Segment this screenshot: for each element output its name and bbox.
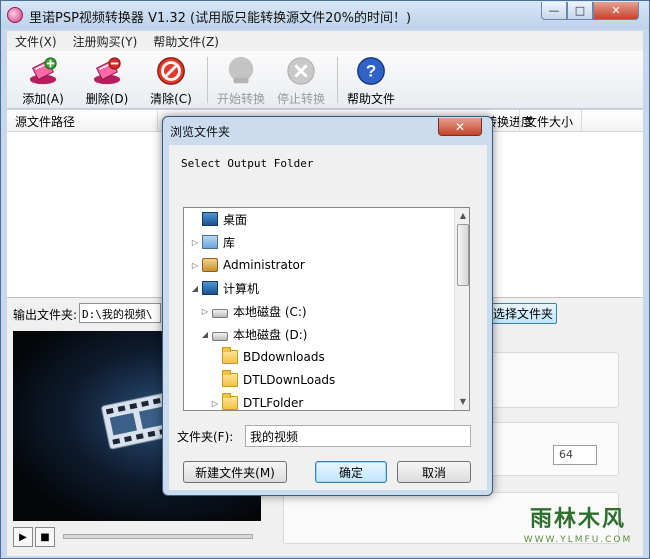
tree-item-desktop[interactable]: 桌面: [190, 208, 247, 230]
tree-item-dtlfolder[interactable]: ▷ DTLFolder: [210, 392, 304, 410]
toolbar-separator: [337, 57, 338, 103]
dialog-title: 浏览文件夹: [170, 125, 231, 139]
folder-icon: [222, 370, 238, 387]
drive-d-icon: [212, 331, 228, 341]
tree-item-administrator[interactable]: ▷ Administrator: [190, 254, 305, 276]
add-button-label: 添加(A): [22, 92, 64, 106]
stop-button[interactable]: ■: [35, 527, 55, 547]
clear-button-label: 清除(C): [150, 92, 192, 106]
minimize-button[interactable]: —: [541, 2, 567, 20]
close-button[interactable]: ✕: [593, 2, 639, 20]
play-button[interactable]: ▶: [13, 527, 33, 547]
help-button[interactable]: ? 帮助文件: [341, 53, 401, 107]
start-convert-icon: [228, 56, 254, 84]
start-convert-label: 开始转换: [216, 92, 265, 106]
tree-expander[interactable]: ▷: [190, 238, 200, 247]
computer-icon: [202, 281, 218, 295]
tree-expander[interactable]: ◢: [200, 330, 210, 339]
title-bar[interactable]: 里诺PSP视频转换器 V1.32 (试用版只能转换源文件20%的时间！) — □…: [1, 1, 649, 29]
stop-convert-label: 停止转换: [276, 92, 325, 106]
menu-register[interactable]: 注册购买(Y): [65, 33, 146, 50]
user-folder-icon: [202, 258, 218, 272]
drive-c-icon: [212, 308, 228, 318]
dialog-description: Select Output Folder: [181, 157, 314, 170]
ok-button[interactable]: 确定: [315, 461, 387, 483]
scrollbar-thumb[interactable]: [457, 224, 469, 286]
clear-icon: [157, 57, 185, 85]
tree-item-drive-c[interactable]: ▷ 本地磁盘 (C:): [200, 300, 307, 322]
delete-button-label: 删除(D): [85, 92, 129, 106]
tree-item-label: Administrator: [223, 258, 305, 272]
stop-convert-button[interactable]: 停止转换: [271, 53, 331, 107]
tree-item-label: DTLDownLoads: [243, 373, 336, 387]
delete-button[interactable]: 删除(D): [77, 53, 137, 107]
tree-item-dtldownloads[interactable]: DTLDownLoads: [210, 369, 335, 391]
tree-item-label: 桌面: [223, 212, 248, 227]
watermark-url: WWW.YLMFU.COM: [523, 535, 633, 545]
tree-item-computer[interactable]: ◢ 计算机: [190, 277, 259, 299]
playback-controls: ▶ ■: [13, 525, 261, 549]
menu-file[interactable]: 文件(X): [7, 33, 65, 50]
tree-item-label: BDdownloads: [243, 350, 325, 364]
start-convert-button[interactable]: 开始转换: [211, 53, 271, 107]
scroll-down-icon[interactable]: ▼: [455, 394, 469, 410]
clear-button[interactable]: 清除(C): [141, 53, 201, 107]
app-icon: [7, 7, 23, 23]
folder-tree[interactable]: 桌面 ▷ 库 ▷ Administrator ◢ 计算机 ▷ 本地磁盘 (C:): [183, 207, 470, 411]
column-file-size[interactable]: 文件大小: [525, 113, 573, 130]
tree-scrollbar[interactable]: ▲ ▼: [454, 208, 469, 410]
column-separator[interactable]: [519, 110, 520, 132]
toolbar: 添加(A) 删除(D) 清除(C) 开始转换 停止转换 ? 帮助文件: [7, 51, 643, 109]
tree-item-label: 本地磁盘 (D:): [233, 327, 308, 342]
seek-slider[interactable]: [63, 534, 253, 539]
dialog-body: Select Output Folder 桌面 ▷ 库 ▷ Administra…: [169, 145, 487, 490]
menu-bar: 文件(X) 注册购买(Y) 帮助文件(Z): [7, 31, 643, 51]
delete-video-icon: [93, 57, 121, 85]
folder-name-input[interactable]: 我的视频: [245, 425, 471, 447]
maximize-button[interactable]: □: [567, 2, 593, 20]
tree-item-label: 库: [223, 235, 236, 250]
help-button-label: 帮助文件: [346, 92, 395, 106]
tree-expander[interactable]: ▷: [210, 399, 220, 408]
tree-expander[interactable]: ▷: [190, 261, 200, 270]
tree-expander[interactable]: ▷: [200, 307, 210, 316]
folder-field-label: 文件夹(F):: [177, 430, 234, 444]
number-field[interactable]: 64: [553, 445, 597, 465]
add-video-icon: [29, 57, 57, 85]
dialog-close-button[interactable]: ✕: [438, 118, 482, 136]
watermark-logo: 雨林木风 WWW.YLMFU.COM: [512, 492, 644, 554]
output-folder-label: 输出文件夹:: [13, 308, 78, 322]
watermark-title: 雨林木风: [529, 507, 626, 532]
tree-item-bddownloads[interactable]: BDdownloads: [210, 346, 325, 368]
tree-expander[interactable]: ◢: [190, 284, 200, 293]
choose-folder-button[interactable]: 选择文件夹: [489, 303, 557, 324]
scroll-up-icon[interactable]: ▲: [455, 208, 469, 224]
output-folder-input[interactable]: D:\我的视频\: [79, 303, 161, 323]
library-icon: [202, 235, 218, 249]
cancel-button[interactable]: 取消: [397, 461, 471, 483]
tree-item-label: 本地磁盘 (C:): [233, 304, 307, 319]
toolbar-separator: [207, 57, 208, 103]
folder-icon: [222, 347, 238, 364]
tree-item-label: 计算机: [223, 281, 260, 296]
play-icon: ▶: [19, 531, 27, 543]
folder-icon: [222, 393, 238, 410]
help-icon: ?: [357, 57, 385, 85]
add-button[interactable]: 添加(A): [13, 53, 73, 107]
column-separator[interactable]: [157, 110, 158, 132]
desktop-icon: [202, 212, 218, 226]
stop-icon: ■: [40, 531, 50, 543]
column-source-path[interactable]: 源文件路径: [15, 113, 75, 130]
browse-folder-dialog: 浏览文件夹 ✕ Select Output Folder 桌面 ▷ 库 ▷ Ad…: [162, 116, 493, 496]
tree-item-label: DTLFolder: [243, 396, 304, 410]
stop-convert-icon: [287, 57, 315, 85]
svg-text:?: ?: [366, 62, 376, 81]
window-title: 里诺PSP视频转换器 V1.32 (试用版只能转换源文件20%的时间！): [29, 11, 412, 26]
column-separator[interactable]: [581, 110, 582, 132]
menu-help[interactable]: 帮助文件(Z): [145, 33, 227, 50]
tree-item-library[interactable]: ▷ 库: [190, 231, 235, 253]
new-folder-button[interactable]: 新建文件夹(M): [183, 461, 287, 483]
tree-item-drive-d[interactable]: ◢ 本地磁盘 (D:): [200, 323, 308, 345]
